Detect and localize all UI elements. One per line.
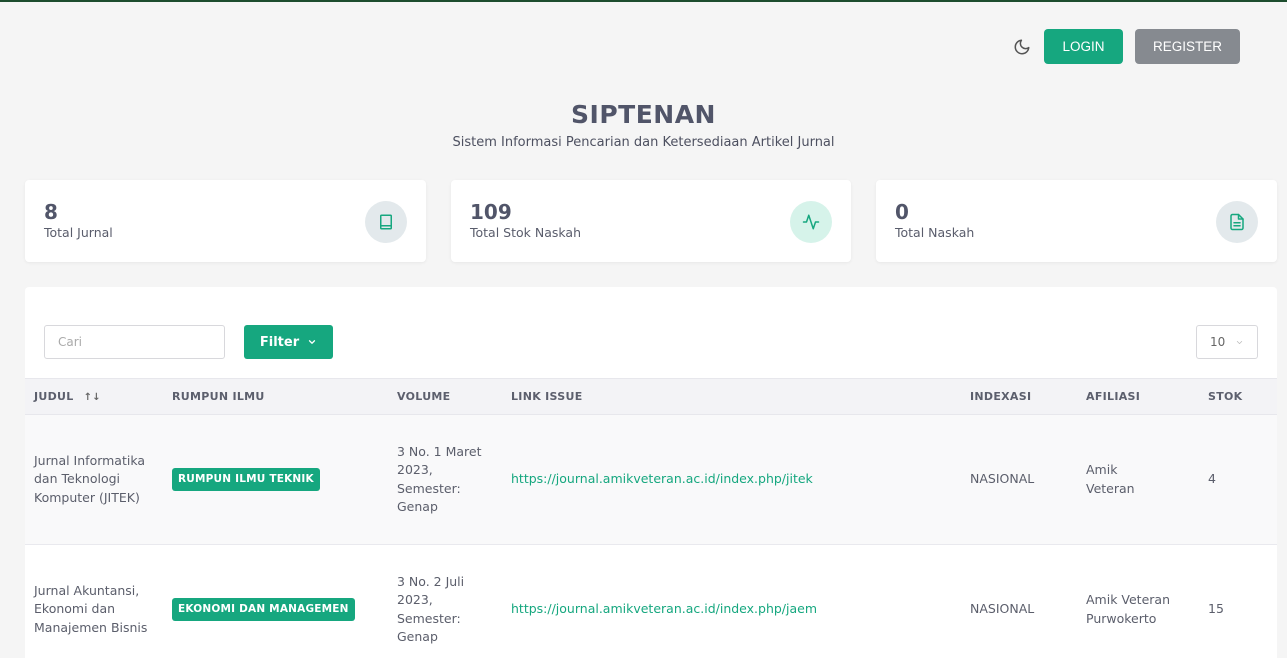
stat-card-total-jurnal: 8 Total Jurnal xyxy=(25,180,426,262)
issue-link[interactable]: https://journal.amikveteran.ac.id/index.… xyxy=(511,471,813,486)
page-subtitle: Sistem Informasi Pencarian dan Ketersedi… xyxy=(452,135,835,150)
top-nav: LOGIN REGISTER xyxy=(1012,29,1240,64)
table-header-row: JUDUL ↑↓ RUMPUN ILMU VOLUME LINK ISSUE IN… xyxy=(25,378,1277,415)
stats-cards: 8 Total Jurnal 109 Total Stok Naskah 0 T… xyxy=(25,180,1277,262)
column-header-afiliasi: AFILIASI xyxy=(1086,378,1208,415)
column-header-link: LINK ISSUE xyxy=(511,378,970,415)
moon-icon[interactable] xyxy=(1012,37,1032,57)
table-row: Jurnal Informatika dan Teknologi Kompute… xyxy=(25,414,1277,545)
cell-indexasi: NASIONAL xyxy=(970,544,1086,658)
cell-afiliasi: Amik Veteran Purwokerto xyxy=(1086,544,1208,658)
column-header-stok: STOK xyxy=(1208,378,1277,415)
stat-value: 109 xyxy=(470,200,512,224)
cell-indexasi: NASIONAL xyxy=(970,414,1086,545)
journal-table: JUDUL ↑↓ RUMPUN ILMU VOLUME LINK ISSUE IN… xyxy=(25,378,1277,658)
cell-stok: 15 xyxy=(1208,544,1277,658)
rumpun-badge: RUMPUN ILMU TEKNIK xyxy=(172,468,320,491)
cell-judul: Jurnal Informatika dan Teknologi Kompute… xyxy=(25,414,172,545)
register-button[interactable]: REGISTER xyxy=(1135,29,1240,64)
cell-link: https://journal.amikveteran.ac.id/index.… xyxy=(511,414,970,545)
stat-label: Total Stok Naskah xyxy=(470,225,581,240)
cell-stok: 4 xyxy=(1208,414,1277,545)
chevron-down-icon xyxy=(309,340,316,344)
rumpun-badge: EKONOMI DAN MANAGEMEN xyxy=(172,598,355,621)
stat-card-total-naskah: 0 Total Naskah xyxy=(876,180,1277,262)
journal-table-panel: Cari Filter 10 JUDUL ↑↓ RUMPUN ILMU VOLUM… xyxy=(25,287,1277,658)
cell-volume: 3 No. 1 Maret 2023, Semester: Genap xyxy=(397,414,511,545)
search-input[interactable]: Cari xyxy=(44,325,225,359)
activity-icon xyxy=(790,201,832,243)
table-row: Jurnal Akuntansi, Ekonomi dan Manajemen … xyxy=(25,544,1277,658)
column-header-indexasi: INDEXASI xyxy=(970,378,1086,415)
stat-card-total-stok-naskah: 109 Total Stok Naskah xyxy=(451,180,851,262)
cell-rumpun: RUMPUN ILMU TEKNIK xyxy=(172,414,397,545)
cell-link: https://journal.amikveteran.ac.id/index.… xyxy=(511,544,970,658)
stat-value: 0 xyxy=(895,200,909,224)
column-header-judul[interactable]: JUDUL ↑↓ xyxy=(25,378,172,415)
issue-link[interactable]: https://journal.amikveteran.ac.id/index.… xyxy=(511,601,817,616)
page-header: SIPTENAN Sistem Informasi Pencarian dan … xyxy=(0,100,1287,150)
file-text-icon xyxy=(1216,201,1258,243)
cell-judul: Jurnal Akuntansi, Ekonomi dan Manajemen … xyxy=(25,544,172,658)
stat-label: Total Naskah xyxy=(895,225,975,240)
filter-button[interactable]: Filter xyxy=(244,325,333,359)
column-header-volume: VOLUME xyxy=(397,378,511,415)
page-size-select[interactable]: 10 xyxy=(1196,325,1258,359)
login-button[interactable]: LOGIN xyxy=(1044,29,1123,64)
stat-value: 8 xyxy=(44,200,58,224)
sort-icon[interactable]: ↑↓ xyxy=(84,392,101,403)
page-title: SIPTENAN xyxy=(571,100,716,129)
stat-label: Total Jurnal xyxy=(44,225,113,240)
cell-afiliasi: Amik Veteran xyxy=(1086,414,1208,545)
cell-volume: 3 No. 2 Juli 2023, Semester: Genap xyxy=(397,544,511,658)
filter-label: Filter xyxy=(259,334,300,350)
book-icon xyxy=(365,201,407,243)
chevron-down-icon xyxy=(1237,340,1243,344)
column-header-rumpun: RUMPUN ILMU xyxy=(172,378,397,415)
cell-rumpun: EKONOMI DAN MANAGEMEN xyxy=(172,544,397,658)
page-size-value: 10 xyxy=(1210,335,1226,349)
